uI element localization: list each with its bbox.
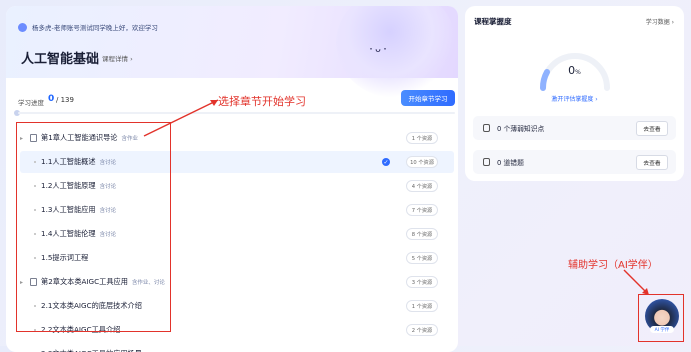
course-title: 人工智能基础 [21, 52, 100, 67]
learning-data-link[interactable]: 学习数据 › [646, 17, 674, 26]
mastery-panel: 课程掌握度 学习数据 › 0% 激开评估掌握度 › 0 个薄弱知识点 去查看 0… [465, 6, 684, 181]
wrong-questions-view-button[interactable]: 去查看 [636, 154, 668, 170]
greeting-text: 杨多虎-老师账号测试同学晚上好，欢迎学习 [32, 24, 158, 32]
resource-count-badge: 1 个资源 [406, 300, 438, 312]
progress-total: / 139 [56, 96, 74, 104]
weak-points-icon [483, 124, 490, 132]
course-hero-banner: ·ᴗ· 杨多虎-老师账号测试同学晚上好，欢迎学习 人工智能基础 课程详情 › [6, 6, 458, 98]
resource-count-badge: 10 个资源 [406, 156, 438, 168]
weak-points-label: 0 个薄弱知识点 [497, 125, 545, 133]
mastery-title: 课程掌握度 [474, 17, 512, 26]
current-lesson-check-icon: ✓ [382, 158, 390, 166]
wrong-questions-icon [483, 158, 490, 166]
annotation-select-chapter: 选择章节开始学习 [218, 95, 306, 108]
wrong-questions-card: 0 道错题 去查看 [473, 150, 676, 174]
resource-count-badge: 8 个资源 [406, 228, 438, 240]
weak-points-card: 0 个薄弱知识点 去查看 [473, 116, 676, 140]
progress-bar [18, 112, 455, 114]
progress-current: 0 [48, 94, 55, 104]
ai-assistant-label[interactable]: AI 学伴 [650, 326, 674, 333]
resource-count-badge: 3 个资源 [406, 276, 438, 288]
resource-count-badge: 2 个资源 [406, 324, 438, 336]
user-avatar-icon [18, 23, 27, 32]
course-detail-link[interactable]: 课程详情 › [102, 53, 133, 63]
lesson-row[interactable]: 2.3文本类AIGC工具的应用场景 [20, 343, 454, 352]
mascot-blob [336, 6, 456, 98]
resource-count-badge: 5 个资源 [406, 252, 438, 264]
mascot-face-icon: ·ᴗ· [368, 44, 390, 55]
chapter-list-annotation-box [16, 122, 171, 332]
annotation-arrow [143, 99, 219, 137]
wrong-questions-label: 0 道错题 [497, 159, 524, 167]
mastery-unit: % [575, 69, 581, 76]
resource-count-badge: 1 个资源 [406, 132, 438, 144]
start-chapter-button[interactable]: 开始章节学习 [401, 90, 455, 106]
weak-points-view-button[interactable]: 去查看 [636, 120, 668, 136]
resource-count-badge: 7 个资源 [406, 204, 438, 216]
progress-label: 学习进度 [18, 99, 44, 107]
mastery-value: 0% [465, 64, 684, 77]
resource-count-badge: 4 个资源 [406, 180, 438, 192]
assess-mastery-link[interactable]: 激开评估掌握度 › [465, 94, 684, 103]
